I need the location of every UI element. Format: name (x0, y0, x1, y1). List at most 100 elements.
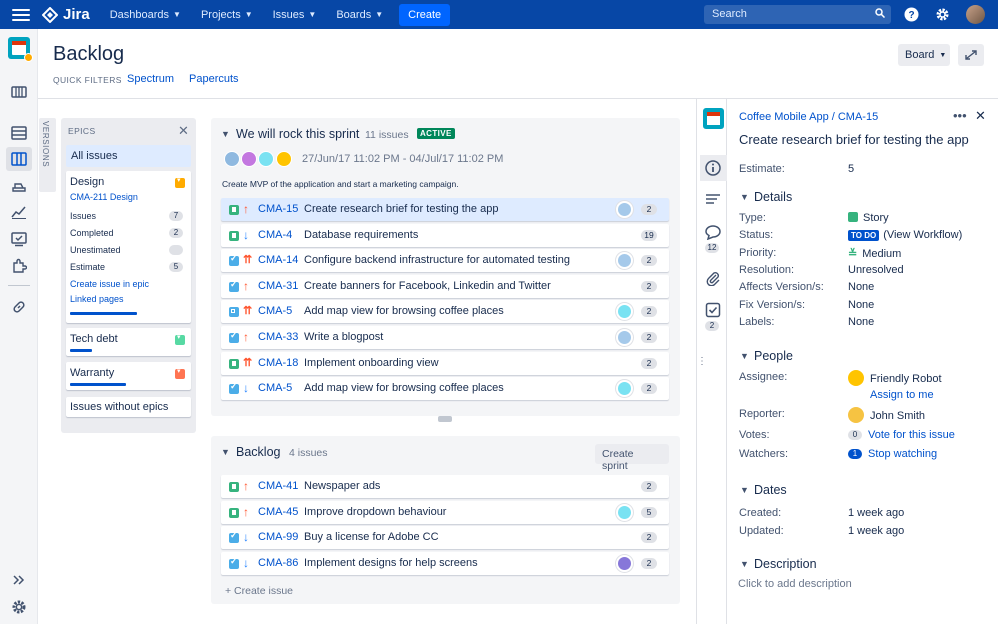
close-icon[interactable]: ✕ (178, 123, 189, 139)
status-value[interactable]: TO DO (View Workflow) (848, 229, 962, 241)
epic-color-swatch[interactable]: ▾ (175, 368, 185, 379)
issue-row[interactable]: ✓ ↓ CMA-99 Buy a license for Adobe CC 2 (221, 526, 669, 550)
votes-value[interactable]: 0 Vote for this issue (848, 429, 955, 441)
expand-sidebar-icon[interactable] (11, 572, 27, 588)
avatar[interactable] (258, 151, 274, 167)
issue-key[interactable]: CMA-86 (258, 557, 298, 569)
issue-row[interactable]: ↑ CMA-45 Improve dropdown behaviour 5 (221, 500, 669, 524)
chevron-down-icon[interactable]: ▼ (740, 351, 749, 361)
type-value[interactable]: Story (848, 212, 889, 224)
affects-version-value[interactable]: None (848, 281, 874, 293)
jira-logo[interactable]: Jira (42, 6, 90, 23)
reporter-value[interactable]: John Smith (848, 407, 925, 423)
issues-without-epics-filter[interactable]: Issues without epics (66, 397, 191, 417)
linked-pages-link[interactable]: Linked pages (70, 294, 124, 304)
checklist-icon[interactable] (705, 302, 721, 318)
backlog-icon[interactable] (11, 125, 27, 141)
breadcrumb[interactable]: Coffee Mobile App / CMA-15 (739, 111, 878, 123)
nav-issues[interactable]: Issues ▼ (273, 9, 317, 21)
issue-key[interactable]: CMA-18 (258, 357, 298, 369)
avatar[interactable] (224, 151, 240, 167)
info-icon[interactable] (705, 160, 721, 176)
board-icon[interactable] (11, 151, 27, 167)
issue-row[interactable]: ↑ CMA-41 Newspaper ads 2 (221, 475, 669, 498)
epic-key-link[interactable]: CMA-211 Design (70, 192, 138, 202)
issue-row[interactable]: ↑ CMA-15 Create research brief for testing… (221, 198, 669, 221)
epic-card-tech-debt[interactable]: Tech debt ▾ (66, 328, 191, 356)
epic-card-warranty[interactable]: Warranty ▾ (66, 362, 191, 390)
more-actions-icon[interactable]: ••• (953, 108, 967, 123)
link-icon[interactable] (11, 299, 27, 315)
avatar[interactable] (616, 380, 633, 398)
issue-row[interactable]: ✓ ↓ CMA-5 Add map view for browsing coffee … (221, 377, 669, 401)
issue-row[interactable]: ↓ CMA-4 Database requirements 19 (221, 223, 669, 247)
nav-projects[interactable]: Projects ▼ (201, 9, 253, 21)
issue-title[interactable]: Create research brief for testing the ap… (739, 132, 969, 147)
issue-key[interactable]: CMA-14 (258, 254, 298, 266)
issue-row[interactable]: ✓ ⇈ CMA-14 Configure backend infrastructure… (221, 249, 669, 273)
collapse-sprint-chevron-icon[interactable]: ▼ (221, 129, 230, 139)
quick-filter-spectrum[interactable]: Spectrum (127, 73, 174, 85)
sprint-resize-handle[interactable] (438, 416, 452, 422)
create-button[interactable]: Create (399, 3, 451, 26)
issue-key[interactable]: CMA-15 (258, 203, 298, 215)
epic-color-swatch[interactable]: ▾ (175, 334, 185, 345)
quick-filter-papercuts[interactable]: Papercuts (189, 73, 239, 85)
avatar[interactable] (241, 151, 257, 167)
issues-icon[interactable] (11, 231, 27, 247)
watchers-value[interactable]: 1 Stop watching (848, 448, 937, 460)
avatar[interactable] (616, 303, 633, 321)
close-icon[interactable]: ✕ (975, 108, 986, 124)
fix-version-value[interactable]: None (848, 299, 874, 311)
description-placeholder[interactable]: Click to add description (738, 578, 852, 590)
sprint-name[interactable]: We will rock this sprint (236, 127, 359, 141)
priority-value[interactable]: ≚ Medium (848, 247, 901, 260)
epic-color-swatch[interactable]: ▾ (175, 177, 185, 188)
nav-boards[interactable]: Boards ▼ (336, 9, 383, 21)
view-workflow-link[interactable]: (View Workflow) (883, 229, 962, 241)
issue-row[interactable]: ✓ ↑ CMA-33 Write a blogpost 2 (221, 326, 669, 349)
description-section-header[interactable]: Description (754, 557, 817, 571)
epic-card-design[interactable]: Design ▾ CMA-211 Design Issues 7 Complet… (66, 171, 191, 323)
create-issue-link[interactable]: + Create issue (225, 585, 293, 597)
avatar[interactable] (616, 201, 633, 218)
roadmap-icon[interactable] (11, 84, 27, 100)
menu-icon[interactable] (12, 8, 30, 21)
nav-dashboards[interactable]: Dashboards ▼ (110, 9, 181, 21)
versions-tab[interactable]: VERSIONS (39, 118, 56, 192)
issue-key[interactable]: CMA-45 (258, 506, 298, 518)
avatar[interactable] (276, 151, 292, 167)
people-section-header[interactable]: People (754, 349, 793, 363)
collapse-backlog-chevron-icon[interactable]: ▼ (221, 447, 230, 457)
comments-icon[interactable] (705, 224, 721, 240)
status-badge[interactable]: TO DO (848, 230, 880, 241)
avatar[interactable] (616, 554, 633, 572)
issue-key[interactable]: CMA-99 (258, 531, 298, 543)
chevron-down-icon[interactable]: ▼ (740, 192, 749, 202)
labels-value[interactable]: None (848, 316, 874, 328)
issue-key[interactable]: CMA-31 (258, 280, 298, 292)
create-issue-in-epic-link[interactable]: Create issue in epic (70, 279, 149, 289)
description-icon[interactable] (705, 191, 721, 207)
issue-row[interactable]: ✓ ↓ CMA-86 Implement designs for help scree… (221, 551, 669, 575)
details-section-header[interactable]: Details (754, 190, 792, 204)
assignee-value[interactable]: Friendly Robot (848, 370, 942, 386)
issue-key[interactable]: CMA-33 (258, 331, 298, 343)
dates-section-header[interactable]: Dates (754, 483, 787, 497)
avatar[interactable] (616, 329, 633, 346)
stop-watching-link[interactable]: Stop watching (868, 448, 937, 460)
assign-to-me-link[interactable]: Assign to me (870, 389, 934, 401)
issue-row[interactable]: ⇈ CMA-18 Implement onboarding view 2 (221, 351, 669, 375)
create-sprint-button[interactable]: Create sprint (595, 444, 669, 472)
help-icon[interactable]: ? (904, 7, 919, 22)
attachment-icon[interactable] (705, 270, 721, 286)
all-issues-filter[interactable]: All issues (66, 145, 191, 167)
issue-key[interactable]: CMA-4 (258, 229, 292, 241)
project-avatar[interactable] (8, 37, 33, 62)
board-view-dropdown[interactable]: Board ▼ (898, 44, 950, 66)
issue-key[interactable]: CMA-5 (258, 382, 292, 394)
search-icon[interactable] (875, 8, 885, 18)
search-input-placeholder[interactable]: Search (712, 8, 747, 20)
reports-icon[interactable] (11, 204, 27, 220)
fullscreen-button[interactable] (958, 44, 984, 66)
